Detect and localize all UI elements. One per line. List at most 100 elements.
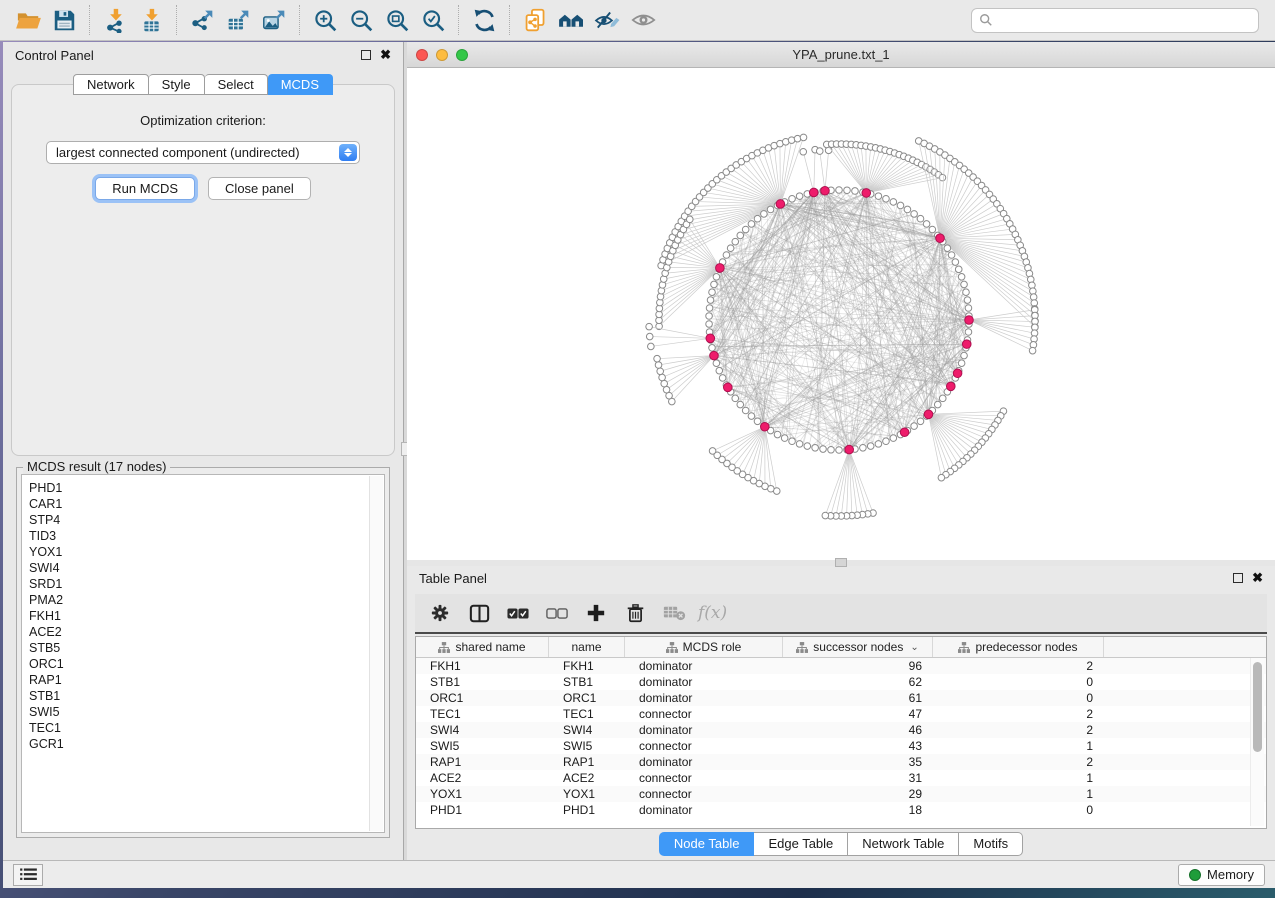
mcds-node-item[interactable]: TEC1: [29, 720, 384, 736]
hide-selected-button[interactable]: [589, 4, 625, 36]
network-and-table-area: YPA_prune.txt_1 Table Panel ✖: [407, 42, 1275, 860]
tab-node-table[interactable]: Node Table: [659, 832, 755, 856]
tab-select[interactable]: Select: [205, 74, 268, 95]
mcds-node-item[interactable]: SRD1: [29, 576, 384, 592]
export-table-button[interactable]: [220, 4, 256, 36]
tab-network[interactable]: Network: [73, 74, 149, 95]
horizontal-splitter[interactable]: [407, 560, 1275, 566]
import-table-button[interactable]: [133, 4, 169, 36]
select-all-button[interactable]: [503, 598, 533, 628]
table-row[interactable]: RAP1RAP1dominator352: [416, 754, 1266, 770]
table-row[interactable]: ACE2ACE2connector311: [416, 770, 1266, 786]
scrollbar-thumb[interactable]: [1253, 662, 1262, 752]
memory-button[interactable]: Memory: [1178, 864, 1265, 886]
mcds-node-item[interactable]: STB1: [29, 688, 384, 704]
table-row[interactable]: TEC1TEC1connector472: [416, 706, 1266, 722]
refresh-button[interactable]: [466, 4, 502, 36]
mcds-tab-content: Optimization criterion: largest connecte…: [11, 84, 395, 456]
mcds-node-item[interactable]: STB5: [29, 640, 384, 656]
close-panel-icon[interactable]: ✖: [1252, 573, 1263, 583]
export-network-button[interactable]: [184, 4, 220, 36]
table-row[interactable]: PHD1PHD1dominator180: [416, 802, 1266, 818]
minimize-window-icon[interactable]: [436, 49, 448, 61]
duplicate-network-button[interactable]: [517, 4, 553, 36]
float-panel-icon[interactable]: [1233, 573, 1243, 583]
column-header-shared-name[interactable]: shared name: [416, 637, 549, 657]
mcds-node-item[interactable]: STP4: [29, 512, 384, 528]
maximize-window-icon[interactable]: [456, 49, 468, 61]
zoom-in-button[interactable]: [307, 4, 343, 36]
mcds-node-item[interactable]: GCR1: [29, 736, 384, 752]
table-cell: 31: [783, 771, 933, 785]
mcds-node-item[interactable]: SWI5: [29, 704, 384, 720]
add-column-button[interactable]: [581, 598, 611, 628]
table-row[interactable]: YOX1YOX1connector291: [416, 786, 1266, 802]
show-all-button[interactable]: [625, 4, 661, 36]
network-graph[interactable]: [407, 68, 1275, 560]
float-panel-icon[interactable]: [361, 50, 371, 60]
folder-open-icon: [15, 9, 42, 32]
mcds-node-item[interactable]: PMA2: [29, 592, 384, 608]
result-list-scrollbar[interactable]: [369, 476, 383, 831]
import-network-button[interactable]: [97, 4, 133, 36]
first-neighbors-button[interactable]: [553, 4, 589, 36]
mcds-node-item[interactable]: FKH1: [29, 608, 384, 624]
zoom-out-button[interactable]: [343, 4, 379, 36]
mcds-node-item[interactable]: PHD1: [29, 480, 384, 496]
column-header-successor-nodes[interactable]: successor nodes⌄: [783, 637, 933, 657]
close-window-icon[interactable]: [416, 49, 428, 61]
table-cell: RAP1: [549, 755, 625, 769]
delete-column-button[interactable]: [620, 598, 650, 628]
table-row[interactable]: FKH1FKH1dominator962: [416, 658, 1266, 674]
mcds-node-item[interactable]: ACE2: [29, 624, 384, 640]
column-header-name[interactable]: name: [549, 637, 625, 657]
column-header-predecessor-nodes[interactable]: predecessor nodes: [933, 637, 1104, 657]
table-cell: connector: [625, 739, 783, 753]
network-canvas[interactable]: [407, 68, 1275, 560]
mcds-node-item[interactable]: YOX1: [29, 544, 384, 560]
tab-edge-table[interactable]: Edge Table: [754, 832, 848, 856]
tab-network-table[interactable]: Network Table: [848, 832, 959, 856]
show-columns-button[interactable]: [464, 598, 494, 628]
save-session-button[interactable]: [46, 4, 82, 36]
deselect-all-button[interactable]: [542, 598, 572, 628]
tab-style[interactable]: Style: [149, 74, 205, 95]
table-settings-button[interactable]: [425, 598, 455, 628]
mcds-node-item[interactable]: RAP1: [29, 672, 384, 688]
table-cell: ORC1: [549, 691, 625, 705]
criterion-select[interactable]: largest connected component (undirected): [46, 141, 360, 164]
eye-slash-icon: [594, 9, 621, 32]
table-cell: 46: [783, 723, 933, 737]
node-table[interactable]: shared namenameMCDS rolesuccessor nodes⌄…: [415, 636, 1267, 829]
mcds-node-item[interactable]: CAR1: [29, 496, 384, 512]
table-row[interactable]: SWI5SWI5connector431: [416, 738, 1266, 754]
open-file-button[interactable]: [10, 4, 46, 36]
export-image-icon: [262, 8, 287, 33]
table-cell: connector: [625, 771, 783, 785]
table-row[interactable]: ORC1ORC1dominator610: [416, 690, 1266, 706]
export-image-button[interactable]: [256, 4, 292, 36]
mcds-result-list[interactable]: PHD1CAR1STP4TID3YOX1SWI4SRD1PMA2FKH1ACE2…: [21, 474, 385, 833]
table-row[interactable]: STB1STB1dominator620: [416, 674, 1266, 690]
tab-motifs[interactable]: Motifs: [959, 832, 1023, 856]
search-input[interactable]: [997, 12, 1251, 29]
column-header-mcds-role[interactable]: MCDS role: [625, 637, 783, 657]
mcds-node-item[interactable]: SWI4: [29, 560, 384, 576]
zoom-fit-button[interactable]: [379, 4, 415, 36]
zoom-selected-button[interactable]: [415, 4, 451, 36]
toolbar-separator: [458, 5, 459, 35]
run-mcds-button[interactable]: Run MCDS: [95, 177, 195, 200]
table-row[interactable]: SWI4SWI4dominator462: [416, 722, 1266, 738]
mcds-node-item[interactable]: ORC1: [29, 656, 384, 672]
delete-table-button[interactable]: [659, 598, 689, 628]
mcds-node-item[interactable]: TID3: [29, 528, 384, 544]
table-scrollbar[interactable]: [1250, 658, 1264, 826]
table-cell: 18: [783, 803, 933, 817]
function-builder-button[interactable]: f(x): [698, 598, 727, 628]
show-panels-button[interactable]: [13, 864, 43, 886]
close-panel-icon[interactable]: ✖: [380, 50, 391, 60]
network-window-titlebar[interactable]: YPA_prune.txt_1: [407, 42, 1275, 68]
close-panel-button[interactable]: Close panel: [208, 177, 311, 200]
tab-mcds[interactable]: MCDS: [268, 74, 333, 95]
splitter-handle[interactable]: [835, 558, 847, 567]
